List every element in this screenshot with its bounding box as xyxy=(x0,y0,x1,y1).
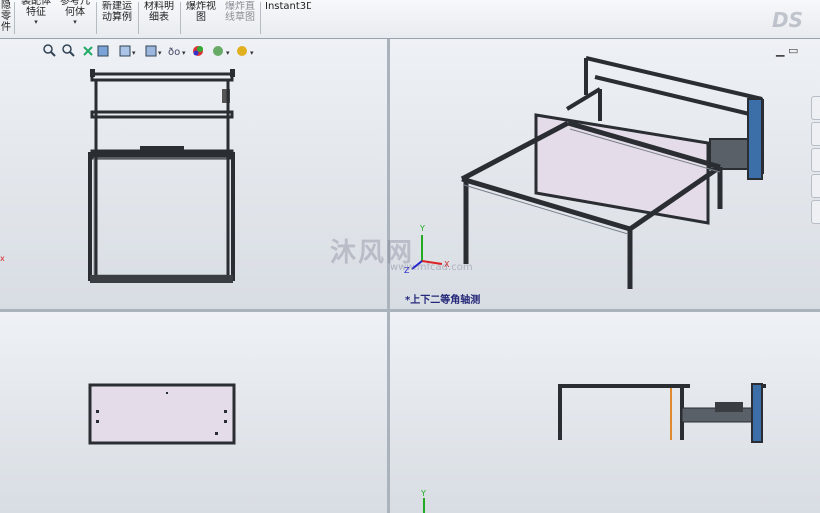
bill-of-materials-label: 材料明 细表 xyxy=(144,1,174,23)
task-pane-tabs xyxy=(811,96,820,246)
exploded-view-button[interactable]: 爆炸视 图 xyxy=(183,1,219,37)
bill-of-materials-button[interactable]: 材料明 细表 xyxy=(141,1,177,37)
hide-components-button[interactable]: 隐 零 件 xyxy=(0,0,12,36)
right-view-model: Y xyxy=(420,383,766,513)
new-motion-study-button[interactable]: 新建运 动算例 xyxy=(98,1,136,37)
new-motion-study-label: 新建运 动算例 xyxy=(102,1,132,23)
viewport-top[interactable] xyxy=(0,312,387,513)
task-pane-tab[interactable] xyxy=(811,148,820,172)
svg-text:▾: ▾ xyxy=(182,49,186,57)
tile-viewport-button[interactable]: ▭ xyxy=(788,44,798,57)
previous-view-icon xyxy=(83,46,93,56)
chevron-down-icon[interactable]: ▾ xyxy=(17,18,55,26)
top-view-model xyxy=(88,383,236,445)
svg-text:▾: ▾ xyxy=(158,49,162,57)
svg-text:▾: ▾ xyxy=(250,49,254,57)
reference-geometry-label: 参考几 何体 xyxy=(60,0,90,18)
toolbar-separator xyxy=(14,2,15,34)
exploded-view-label: 爆炸视 图 xyxy=(186,1,216,23)
command-manager-toolbar: 隐 零 件 装配体 特征 ▾ 参考几 何体 ▾ 新建运 动算例 材料明 细表 爆… xyxy=(0,0,820,39)
chevron-down-icon[interactable]: ▾ xyxy=(57,18,93,26)
solidworks-logo: DS xyxy=(772,8,804,32)
viewport-front[interactable]: x xyxy=(0,39,387,309)
assembly-features-button[interactable]: 装配体 特征 ▾ xyxy=(17,0,55,32)
task-pane-tab[interactable] xyxy=(811,174,820,198)
edit-appearance-icon xyxy=(193,46,203,56)
explode-line-sketch-button[interactable]: 爆炸直 线草图 xyxy=(222,1,258,37)
svg-text:▾: ▾ xyxy=(226,49,230,57)
display-style-icon: ▾ xyxy=(145,45,162,57)
task-pane-tab[interactable] xyxy=(811,122,820,146)
svg-text:Y: Y xyxy=(419,224,425,233)
svg-text:Y: Y xyxy=(420,489,426,498)
watermark-url: www.mfcad.com xyxy=(390,262,473,273)
front-view-model: x xyxy=(0,69,235,283)
viewport-right[interactable]: Y xyxy=(390,312,820,513)
zoom-to-area-icon xyxy=(62,44,75,57)
reference-geometry-button[interactable]: 参考几 何体 ▾ xyxy=(57,0,93,32)
explode-line-sketch-label: 爆炸直 线草图 xyxy=(225,1,255,23)
toolbar-separator xyxy=(180,2,181,34)
view-orientation-icon: ▾ xyxy=(119,45,136,57)
task-pane-tab[interactable] xyxy=(811,200,820,224)
view-orientation-label: *上下二等角轴测 xyxy=(405,295,481,306)
instant3d-button[interactable]: Instant3D xyxy=(265,1,311,37)
hide-show-items-icon: ðo ▾ xyxy=(168,47,186,58)
viewport-splitter-vertical[interactable] xyxy=(387,39,390,513)
viewport-splitter-horizontal[interactable] xyxy=(0,309,820,312)
toolbar-separator xyxy=(96,2,97,34)
task-pane-tab[interactable] xyxy=(811,96,820,120)
section-view-icon xyxy=(97,45,109,57)
zoom-to-fit-icon xyxy=(43,44,56,57)
heads-up-icons: ▾ ▾ ðo ▾ ▾ ▾ xyxy=(43,44,254,58)
svg-text:ðo: ðo xyxy=(168,47,180,58)
minimize-viewport-button[interactable]: ▁ xyxy=(776,44,784,57)
svg-text:x: x xyxy=(0,254,5,263)
hide-components-label: 隐 零 件 xyxy=(1,0,11,33)
instant3d-label: Instant3D xyxy=(265,1,311,12)
apply-scene-icon: ▾ xyxy=(213,46,230,57)
svg-text:▾: ▾ xyxy=(132,49,136,57)
toolbar-separator xyxy=(260,2,261,34)
heads-up-view-toolbar: ▾ ▾ ðo ▾ ▾ ▾ xyxy=(42,43,282,59)
view-settings-icon: ▾ xyxy=(237,46,254,57)
assembly-features-label: 装配体 特征 xyxy=(21,0,51,18)
toolbar-separator xyxy=(138,2,139,34)
viewport-window-controls: ▁ ▭ xyxy=(776,44,798,57)
